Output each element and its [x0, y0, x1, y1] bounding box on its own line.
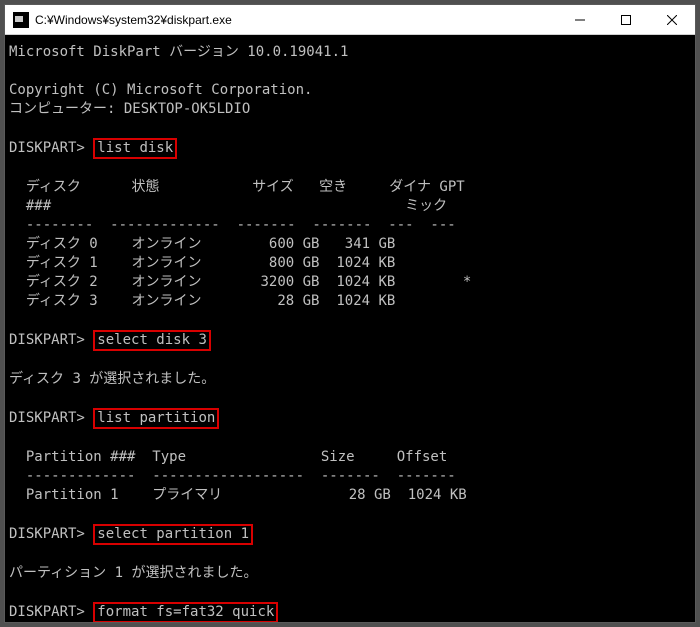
disk-header-row1: ディスク 状態 サイズ 空き ダイナ GPT	[9, 178, 691, 197]
blank-line	[9, 429, 691, 448]
blank-line	[9, 119, 691, 138]
disk-status: オンライン	[131, 255, 201, 271]
disk-name: ディスク 0	[26, 236, 98, 252]
msg-part-selected: パーティション 1 が選択されました。	[9, 564, 691, 583]
table-row: ディスク 1 オンライン 800 GB 1024 KB	[9, 254, 691, 273]
disk-size: 28 GB	[277, 293, 319, 309]
disk-free: 1024 KB	[336, 274, 395, 290]
table-row: ディスク 3 オンライン 28 GB 1024 KB	[9, 292, 691, 311]
msg-disk-selected: ディスク 3 が選択されました。	[9, 370, 691, 389]
prompt-line-5: DISKPART> format fs=fat32 quick	[9, 602, 691, 622]
prompt-line-4: DISKPART> select partition 1	[9, 524, 691, 545]
prompt-text: DISKPART>	[9, 140, 85, 156]
prompt-text: DISKPART>	[9, 604, 85, 620]
disk-status: オンライン	[131, 274, 201, 290]
col-dyn2: ミック	[405, 198, 447, 214]
col-gpt: GPT	[439, 179, 464, 195]
disk-size: 600 GB	[269, 236, 320, 252]
prompt-line-3: DISKPART> list partition	[9, 408, 691, 429]
command-list-disk: list disk	[93, 138, 177, 159]
disk-free: 1024 KB	[336, 293, 395, 309]
command-select-partition: select partition 1	[93, 524, 253, 545]
disk-header-row2: ### ミック	[9, 197, 691, 216]
disk-name: ディスク 3	[26, 293, 98, 309]
titlebar[interactable]: C:¥Windows¥system32¥diskpart.exe	[5, 5, 695, 35]
command-format: format fs=fat32 quick	[93, 602, 278, 622]
disk-divider: -------- ------------- ------- ------- -…	[9, 216, 691, 235]
blank-line	[9, 351, 691, 370]
disk-gpt: *	[463, 274, 471, 290]
prompt-text: DISKPART>	[9, 410, 85, 426]
prompt-line-1: DISKPART> list disk	[9, 138, 691, 159]
disk-name: ディスク 1	[26, 255, 98, 271]
maximize-button[interactable]	[603, 5, 649, 34]
window-controls	[557, 5, 695, 34]
disk-name: ディスク 2	[26, 274, 98, 290]
table-row: ディスク 2 オンライン 3200 GB 1024 KB *	[9, 273, 691, 292]
window-title: C:¥Windows¥system32¥diskpart.exe	[35, 13, 557, 27]
col-status: 状態	[131, 179, 159, 195]
table-row: Partition 1 プライマリ 28 GB 1024 KB	[9, 486, 691, 505]
prompt-text: DISKPART>	[9, 526, 85, 542]
disk-size: 800 GB	[269, 255, 320, 271]
computer-line: コンピューター: DESKTOP-OK5LDIO	[9, 100, 691, 119]
close-icon	[667, 15, 677, 25]
maximize-icon	[621, 15, 631, 25]
blank-line	[9, 545, 691, 564]
minimize-icon	[575, 15, 585, 25]
disk-free: 1024 KB	[336, 255, 395, 271]
blank-line	[9, 62, 691, 81]
col-size: サイズ	[252, 179, 294, 195]
disk-size: 3200 GB	[260, 274, 319, 290]
blank-line	[9, 583, 691, 602]
diskpart-window: C:¥Windows¥system32¥diskpart.exe Microso…	[4, 4, 696, 623]
blank-line	[9, 311, 691, 330]
col-disk: ディスク	[26, 179, 81, 195]
col-num: ###	[26, 198, 51, 214]
part-header: Partition ### Type Size Offset	[9, 448, 691, 467]
blank-line	[9, 389, 691, 408]
command-select-disk: select disk 3	[93, 330, 211, 351]
app-icon	[13, 12, 29, 28]
col-free: 空き	[319, 179, 347, 195]
part-divider: ------------- ------------------ -------…	[9, 467, 691, 486]
minimize-button[interactable]	[557, 5, 603, 34]
disk-status: オンライン	[131, 236, 201, 252]
disk-free: 341 GB	[345, 236, 396, 252]
prompt-line-2: DISKPART> select disk 3	[9, 330, 691, 351]
version-line: Microsoft DiskPart バージョン 10.0.19041.1	[9, 43, 691, 62]
disk-status: オンライン	[131, 293, 201, 309]
command-list-partition: list partition	[93, 408, 219, 429]
prompt-text: DISKPART>	[9, 332, 85, 348]
blank-line	[9, 159, 691, 178]
close-button[interactable]	[649, 5, 695, 34]
copyright-line: Copyright (C) Microsoft Corporation.	[9, 81, 691, 100]
col-dyn1: ダイナ	[389, 179, 431, 195]
table-row: ディスク 0 オンライン 600 GB 341 GB	[9, 235, 691, 254]
blank-line	[9, 505, 691, 524]
console-output[interactable]: Microsoft DiskPart バージョン 10.0.19041.1 Co…	[5, 35, 695, 622]
